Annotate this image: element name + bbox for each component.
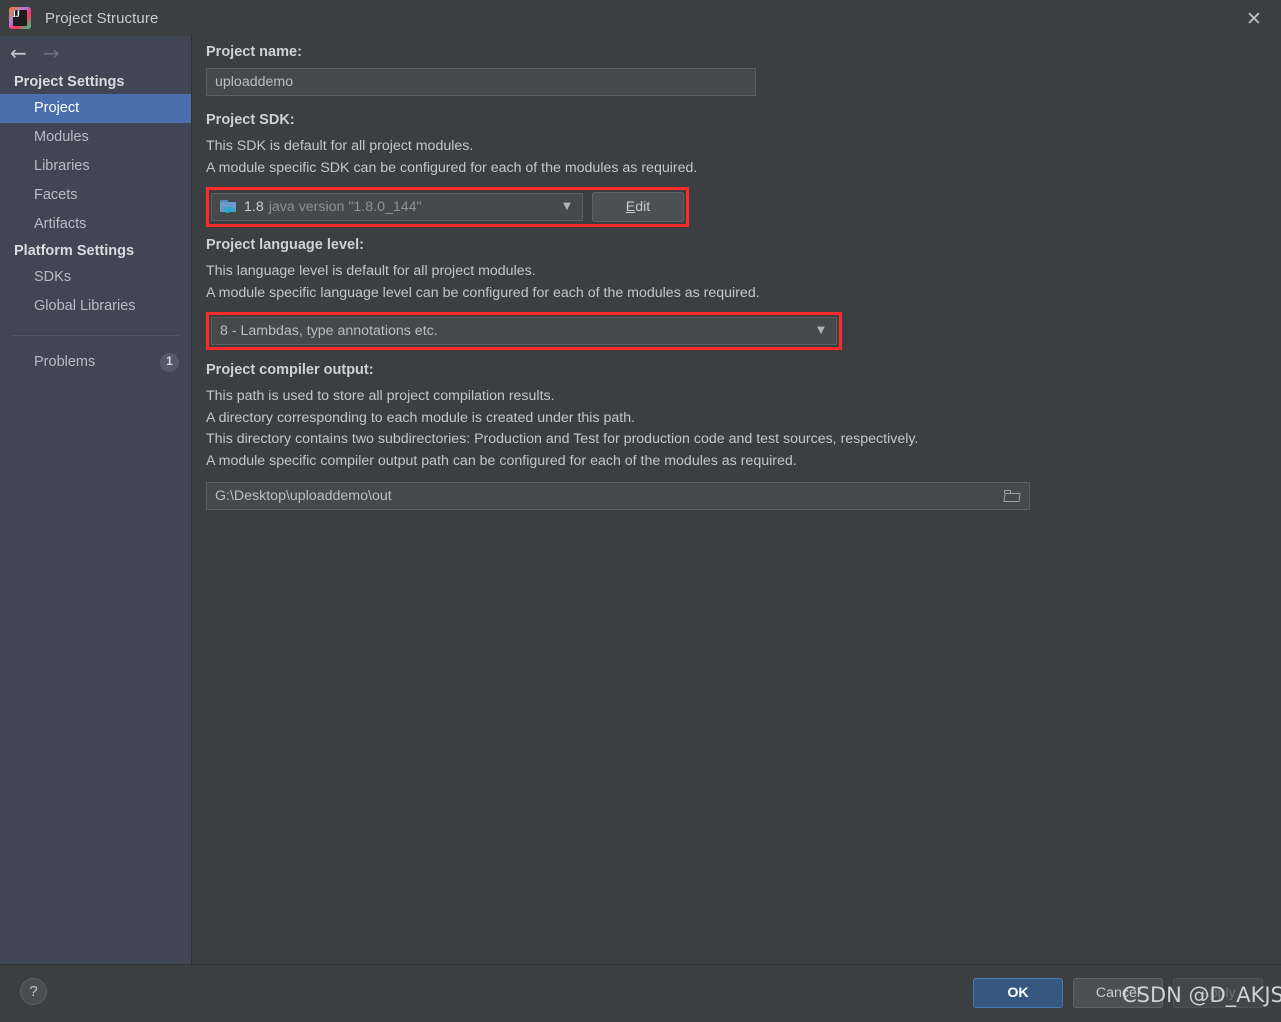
sdk-edit-button[interactable]: Edit [592,192,684,222]
apply-button: Apply [1173,978,1263,1008]
chevron-down-icon[interactable]: ▼ [552,202,582,212]
folder-icon [1002,489,1021,503]
forward-arrow-icon: → [42,41,60,65]
intellij-idea-logo-icon: IJ [9,7,31,29]
sidebar: ← → Project Settings Project Modules Lib… [0,36,192,964]
sidebar-item-libraries[interactable]: Libraries [0,152,191,181]
navigation-arrows: ← → [0,36,191,70]
project-sdk-detail: java version "1.8.0_144" [268,199,422,215]
project-sdk-combobox[interactable]: 1.8 java version "1.8.0_144" ▼ [211,193,583,221]
language-level-desc-line-2: A module specific language level can be … [206,284,760,301]
project-sdk-section: Project SDK: This SDK is default for all… [206,112,1281,227]
project-sdk-label: Project SDK: [206,112,295,128]
project-sdk-desc-line-1: This SDK is default for all project modu… [206,138,474,154]
sidebar-item-global-libraries[interactable]: Global Libraries [0,292,191,321]
problems-count-badge: 1 [160,353,179,372]
language-level-combobox[interactable]: 8 - Lambdas, type annotations etc. ▼ [211,317,837,345]
sdk-edit-button-rest: dit [635,199,651,215]
language-level-section: Project language level: This language le… [206,237,1281,350]
sidebar-item-problems-label: Problems [34,354,96,370]
compiler-output-section: Project compiler output: This path is us… [206,362,1281,510]
language-level-annotation-box: 8 - Lambdas, type annotations etc. ▼ [206,312,842,350]
project-sdk-version: 1.8 [244,199,264,215]
sidebar-divider [12,335,179,336]
project-sdk-row: 1.8 java version "1.8.0_144" ▼ Edit [211,192,684,222]
sidebar-group-platform-settings: Platform Settings [14,243,135,259]
compiler-output-desc-line-1: This path is used to store all project c… [206,388,555,404]
compiler-output-path-value: G:\Desktop\uploaddemo\out [215,488,392,504]
help-button[interactable]: ? [20,978,47,1005]
window-title: Project Structure [45,9,159,27]
language-level-label: Project language level: [206,237,364,253]
compiler-output-label: Project compiler output: [206,362,374,378]
language-level-value: 8 - Lambdas, type annotations etc. [220,323,438,339]
java-sdk-icon [220,199,237,215]
back-arrow-icon[interactable]: ← [10,43,27,63]
project-name-input[interactable]: uploaddemo [206,68,756,96]
sidebar-item-modules[interactable]: Modules [0,123,191,152]
sidebar-item-sdks[interactable]: SDKs [0,263,191,292]
language-level-desc-line-1: This language level is default for all p… [206,263,536,279]
compiler-output-desc-line-2: A directory corresponding to each module… [206,409,636,426]
project-name-label: Project name: [206,44,302,60]
compiler-output-path-input[interactable]: G:\Desktop\uploaddemo\out [206,482,1030,510]
chevron-down-icon[interactable]: ▼ [806,326,836,336]
sdk-edit-button-mnemonic: E [625,199,636,215]
sidebar-group-project-settings: Project Settings [14,74,125,90]
close-icon[interactable]: ✕ [1241,6,1267,32]
main-content: Project name: uploaddemo Project SDK: Th… [192,36,1281,964]
project-structure-dialog: IJ Project Structure ✕ ← → Project Setti… [0,0,1281,1022]
project-sdk-desc-line-2: A module specific SDK can be configured … [206,159,698,176]
project-name-section: Project name: uploaddemo [206,44,1281,96]
ok-button[interactable]: OK [973,978,1063,1008]
sidebar-item-problems[interactable]: Problems 1 [0,348,191,377]
sidebar-item-facets[interactable]: Facets [0,181,191,210]
browse-folder-button[interactable] [995,489,1029,503]
dialog-buttons: OK Cancel Apply [973,978,1263,1008]
title-bar: IJ Project Structure ✕ [0,0,1281,36]
sidebar-item-artifacts[interactable]: Artifacts [0,210,191,239]
project-sdk-annotation-box: 1.8 java version "1.8.0_144" ▼ Edit [206,187,689,227]
cancel-button[interactable]: Cancel [1073,978,1163,1008]
compiler-output-desc-line-3: This directory contains two subdirectori… [206,431,919,447]
compiler-output-desc-line-4: A module specific compiler output path c… [206,452,797,469]
sidebar-item-project[interactable]: Project [0,94,191,123]
